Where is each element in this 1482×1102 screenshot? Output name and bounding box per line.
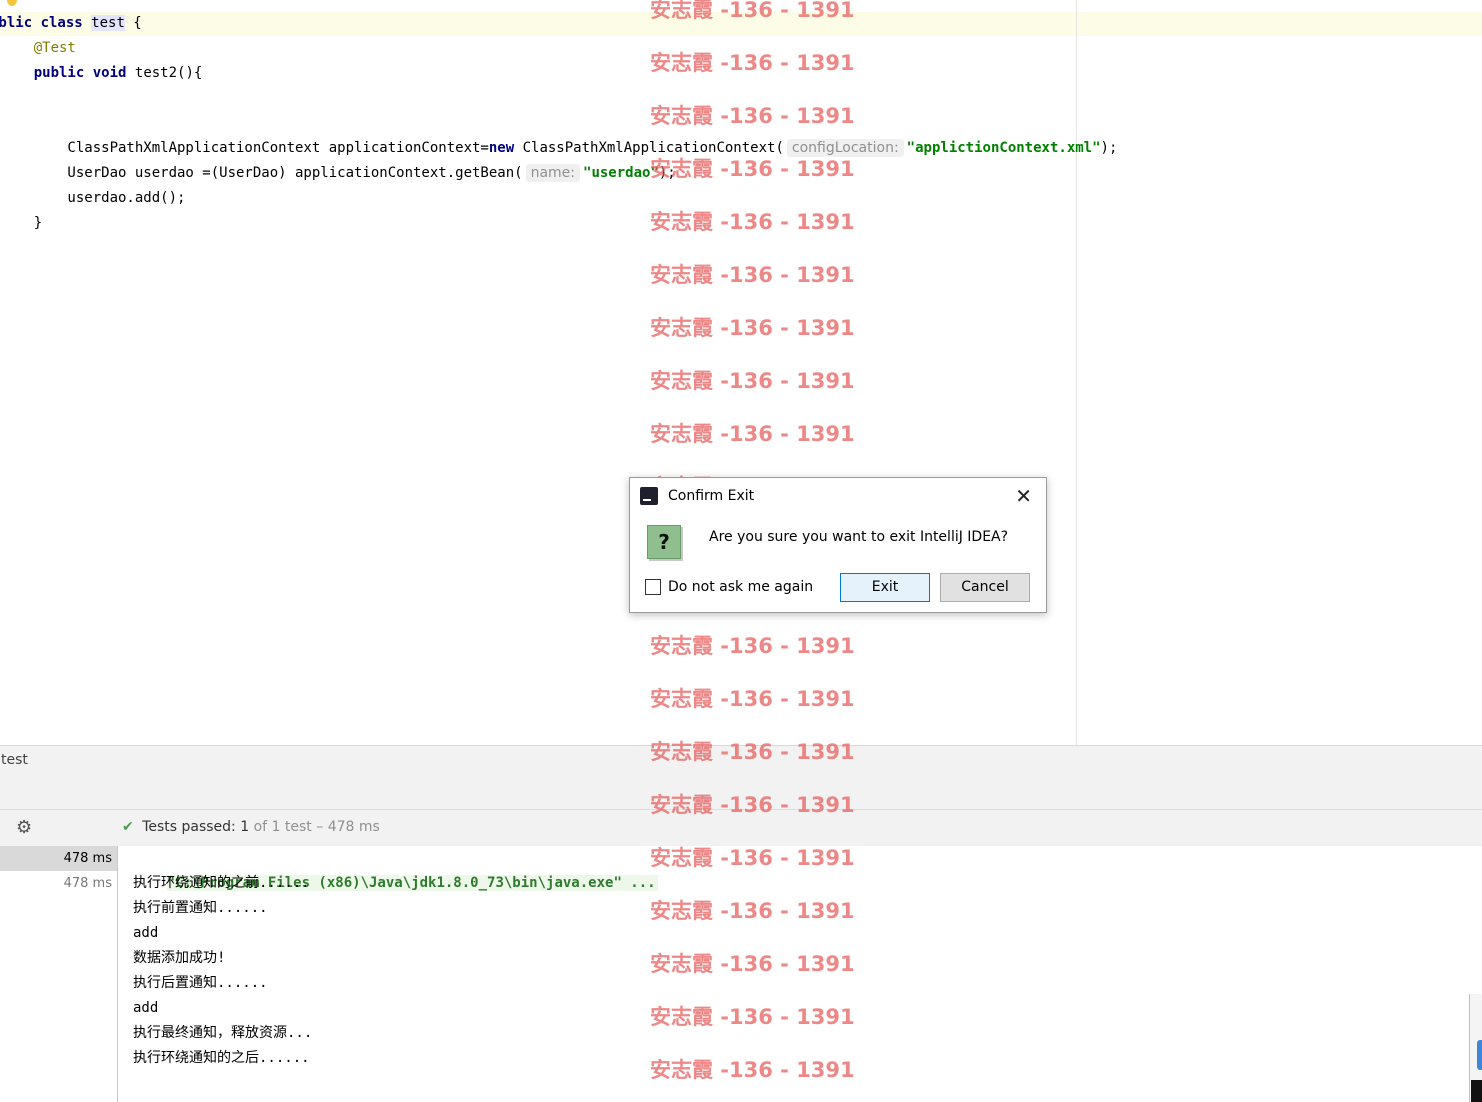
tests-passed-count: 1	[240, 819, 250, 835]
code-token: "userdao"	[583, 165, 659, 181]
code-token: }	[0, 215, 42, 231]
console-line: 数据添加成功!	[133, 950, 226, 966]
watermark-text: 安志霞 -136 - 1391	[650, 157, 855, 181]
tree-row-time: 478 ms	[63, 876, 112, 891]
code-token: UserDao userdao =(UserDao) applicationCo…	[0, 165, 523, 181]
console-line: add	[133, 1000, 159, 1016]
cancel-button[interactable]: Cancel	[940, 573, 1030, 602]
dialog-title: Confirm Exit	[668, 488, 755, 504]
gear-icon[interactable]: ⚙	[16, 819, 34, 837]
code-token: );	[1100, 140, 1118, 156]
watermark-text: 安志霞 -136 - 1391	[650, 0, 855, 22]
code-token: Context.xml"	[999, 140, 1101, 156]
intellij-app-icon	[640, 487, 658, 505]
code-token: void	[92, 65, 135, 81]
watermark-text: 安志霞 -136 - 1391	[650, 369, 855, 393]
edge-dark-block	[1471, 1080, 1482, 1102]
code-token: new	[488, 140, 523, 156]
watermark-text: 安志霞 -136 - 1391	[650, 1005, 855, 1029]
code-token: @Test	[33, 40, 76, 56]
tree-row-root[interactable]: 478 ms	[0, 846, 117, 871]
close-icon[interactable]: ✕	[1015, 484, 1032, 508]
tests-status: ✔ Tests passed: 1 of 1 test – 478 ms	[122, 819, 380, 835]
watermark-text: 安志霞 -136 - 1391	[650, 793, 855, 817]
code-line: ClassPathXmlApplicationContext applicati…	[0, 136, 1117, 161]
run-tab-label[interactable]: test	[1, 752, 28, 768]
test-results-tree: 478 ms 478 ms	[0, 846, 118, 1102]
confirm-exit-dialog: Confirm Exit ✕ ? Are you sure you want t…	[629, 477, 1047, 613]
watermark-text: 安志霞 -136 - 1391	[650, 316, 855, 340]
edge-window-fragment	[1469, 994, 1482, 1102]
code-token: class	[40, 15, 92, 31]
do-not-ask-checkbox[interactable]	[645, 579, 661, 595]
console-line: 执行后置通知......	[133, 975, 268, 991]
console-line: 执行最终通知，释放资源...	[133, 1025, 313, 1041]
code-token: userdao.add();	[0, 190, 186, 206]
tests-passed-label: Tests passed:	[142, 819, 236, 835]
code-token: test2(){	[134, 65, 203, 81]
check-icon: ✔	[122, 819, 134, 835]
console-command-line: "C:\Program Files (x86)\Java\jdk1.8.0_73…	[133, 846, 658, 891]
code-token: public	[33, 65, 93, 81]
watermark-text: 安志霞 -136 - 1391	[650, 422, 855, 446]
code-token: ublic	[0, 15, 33, 31]
watermark-text: 安志霞 -136 - 1391	[650, 634, 855, 658]
code-line: @Test	[0, 36, 76, 61]
right-margin-guide	[1076, 0, 1077, 745]
code-line: ublic class test {	[0, 11, 142, 36]
code-line: }	[0, 211, 42, 236]
watermark-text: 安志霞 -136 - 1391	[650, 740, 855, 764]
code-line: UserDao userdao =(UserDao) applicationCo…	[0, 161, 676, 186]
watermark-text: 安志霞 -136 - 1391	[650, 1058, 855, 1082]
watermark-text: 安志霞 -136 - 1391	[650, 846, 855, 870]
tree-row-test[interactable]: 478 ms	[0, 871, 117, 896]
code-token: {	[124, 15, 142, 31]
question-icon: ?	[647, 525, 681, 559]
console-line: add	[133, 925, 159, 941]
code-token: "appliction	[906, 140, 1000, 156]
dialog-message: Are you sure you want to exit IntelliJ I…	[709, 529, 1009, 545]
console-line: 执行环绕通知的之后......	[133, 1050, 310, 1066]
watermark-text: 安志霞 -136 - 1391	[650, 263, 855, 287]
watermark-text: 安志霞 -136 - 1391	[650, 104, 855, 128]
code-line: public void test2(){	[0, 61, 203, 86]
do-not-ask-label[interactable]: Do not ask me again	[668, 579, 813, 595]
tests-passed-detail: of 1 test – 478 ms	[253, 819, 380, 835]
edge-accent	[1477, 1040, 1482, 1070]
watermark-text: 安志霞 -136 - 1391	[650, 899, 855, 923]
watermark-text: 安志霞 -136 - 1391	[650, 210, 855, 234]
console-line: 执行环绕通知的之前......	[133, 875, 310, 891]
console-line: 执行前置通知......	[133, 900, 268, 916]
code-line: userdao.add();	[0, 186, 185, 211]
intention-bulb-icon[interactable]	[7, 0, 17, 6]
code-token: test	[91, 15, 125, 31]
code-token: ClassPathXmlApplicationContext applicati…	[0, 140, 489, 156]
watermark-text: 安志霞 -136 - 1391	[650, 51, 855, 75]
tree-row-time: 478 ms	[63, 851, 112, 866]
exit-button[interactable]: Exit	[840, 573, 930, 602]
watermark-text: 安志霞 -136 - 1391	[650, 687, 855, 711]
watermark-text: 安志霞 -136 - 1391	[650, 952, 855, 976]
parameter-hint: name:	[525, 164, 581, 182]
